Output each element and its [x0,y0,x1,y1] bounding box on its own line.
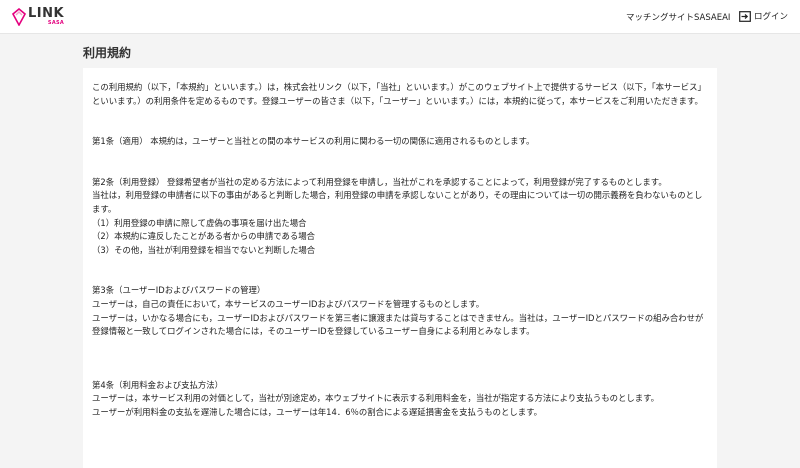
terms-intro: この利用規約（以下，「本規約」といいます。）は，株式会社リンク（以下，「当社」と… [92,81,708,108]
article-2: 第2条（利用登録） 登録希望者が当社の定める方法によって利用登録を申請し，当社が… [92,176,708,258]
page-title: 利用規約 [83,46,132,60]
article-2-item-3: （3）その他，当社が利用登録を相当でないと判断した場合 [92,244,316,255]
article-1: 第1条（適用） 本規約は，ユーザーと当社との間の本サービスの利用に関わる一切の関… [92,135,708,149]
login-icon [739,10,751,22]
intro-text: この利用規約（以下，「本規約」といいます。）は，株式会社リンク（以下，「当社」と… [92,82,706,106]
top-header: LINK SASA マッチングサイトSASAEAI ログイン [0,0,800,34]
matching-site-link[interactable]: マッチングサイトSASAEAI [626,11,730,23]
article-4-line-1: ユーザーは，本サービス利用の対価として，当社が別途定め，本ウェブサイトに表示する… [92,393,660,404]
article-3: 第3条（ユーザーIDおよびパスワードの管理） ユーザーは，自己の責任において，本… [92,284,708,338]
article-3-line-1: ユーザーは，自己の責任において，本サービスのユーザーIDおよびパスワードを管理す… [92,298,485,309]
logo-subtext: SASA [47,20,65,26]
logo-text: LINK [28,6,65,21]
terms-content: この利用規約（以下，「本規約」といいます。）は，株式会社リンク（以下，「当社」と… [83,68,717,468]
site-logo[interactable]: LINK SASA [12,6,64,28]
logo-mark-icon [12,8,26,26]
article-2-line-2: 当社は，利用登録の申請者に以下の事由があると判断した場合，利用登録の申請を承認し… [92,190,703,214]
article-4: 第4条（利用料金および支払方法） ユーザーは，本サービス利用の対価として，当社が… [92,379,708,420]
login-label: ログイン [754,12,789,22]
article-1-text: 第1条（適用） 本規約は，ユーザーと当社との間の本サービスの利用に関わる一切の関… [92,136,535,147]
article-2-item-2: （2）本規約に違反したことがある者からの申請である場合 [92,231,315,242]
article-3-title: 第3条（ユーザーIDおよびパスワードの管理） [92,285,266,296]
article-4-title: 第4条（利用料金および支払方法） [92,379,223,390]
article-3-line-2: ユーザーは，いかなる場合にも，ユーザーIDおよびパスワードを第三者に譲渡または貸… [92,312,704,337]
article-4-line-2: ユーザーが利用料金の支払を遅滞した場合には，ユーザーは年14．6％の割合による遅… [92,406,543,417]
article-2-line-1: 第2条（利用登録） 登録希望者が当社の定める方法によって利用登録を申請し，当社が… [92,176,667,187]
article-2-item-1: （1）利用登録の申請に際して虚偽の事項を届け出た場合 [92,217,307,228]
login-button[interactable]: ログイン [739,10,788,22]
